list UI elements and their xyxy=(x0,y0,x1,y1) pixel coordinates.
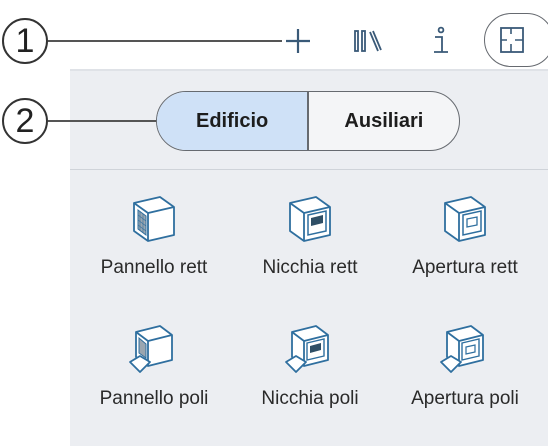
tab-edificio[interactable]: Edificio xyxy=(157,92,308,150)
tool-pannello-poli[interactable]: Pannello poli xyxy=(79,322,229,432)
library-button[interactable] xyxy=(350,25,384,57)
tool-apertura-rett[interactable]: Apertura rett xyxy=(390,191,540,301)
poly-niche-icon xyxy=(285,325,329,373)
tool-label: Apertura poli xyxy=(411,388,519,409)
poly-panel-icon xyxy=(129,325,173,373)
rect-panel-icon xyxy=(133,196,175,242)
rect-niche-icon xyxy=(289,196,331,242)
floorplan-icon xyxy=(500,27,524,53)
tool-pannello-rett[interactable]: Pannello rett xyxy=(79,191,229,301)
tool-apertura-poli[interactable]: Apertura poli xyxy=(390,322,540,432)
tool-label: Nicchia rett xyxy=(262,257,358,278)
tool-label: Apertura rett xyxy=(412,257,518,278)
floorplan-button[interactable] xyxy=(484,13,548,67)
plus-icon xyxy=(286,29,310,53)
rect-opening-icon xyxy=(444,196,486,242)
tab-ausiliari[interactable]: Ausiliari xyxy=(309,92,459,150)
callout-2-leader xyxy=(48,120,156,122)
library-icon xyxy=(354,30,382,52)
tool-label: Pannello poli xyxy=(99,388,209,409)
tool-nicchia-poli[interactable]: Nicchia poli xyxy=(235,322,385,432)
tool-nicchia-rett[interactable]: Nicchia rett xyxy=(235,191,385,301)
callout-1-leader xyxy=(48,40,282,42)
info-button[interactable] xyxy=(426,24,456,58)
poly-opening-icon xyxy=(440,325,484,373)
tool-label: Pannello rett xyxy=(100,257,208,278)
info-icon xyxy=(434,26,448,53)
panel-divider xyxy=(70,169,548,170)
category-segmented-control: Edificio Ausiliari xyxy=(156,91,460,151)
callout-2: 2 xyxy=(2,98,48,144)
callout-1-number: 1 xyxy=(15,22,35,60)
callout-2-number: 2 xyxy=(15,102,35,140)
callout-1: 1 xyxy=(2,18,48,64)
tool-label: Nicchia poli xyxy=(261,388,359,409)
add-button[interactable] xyxy=(282,25,314,57)
